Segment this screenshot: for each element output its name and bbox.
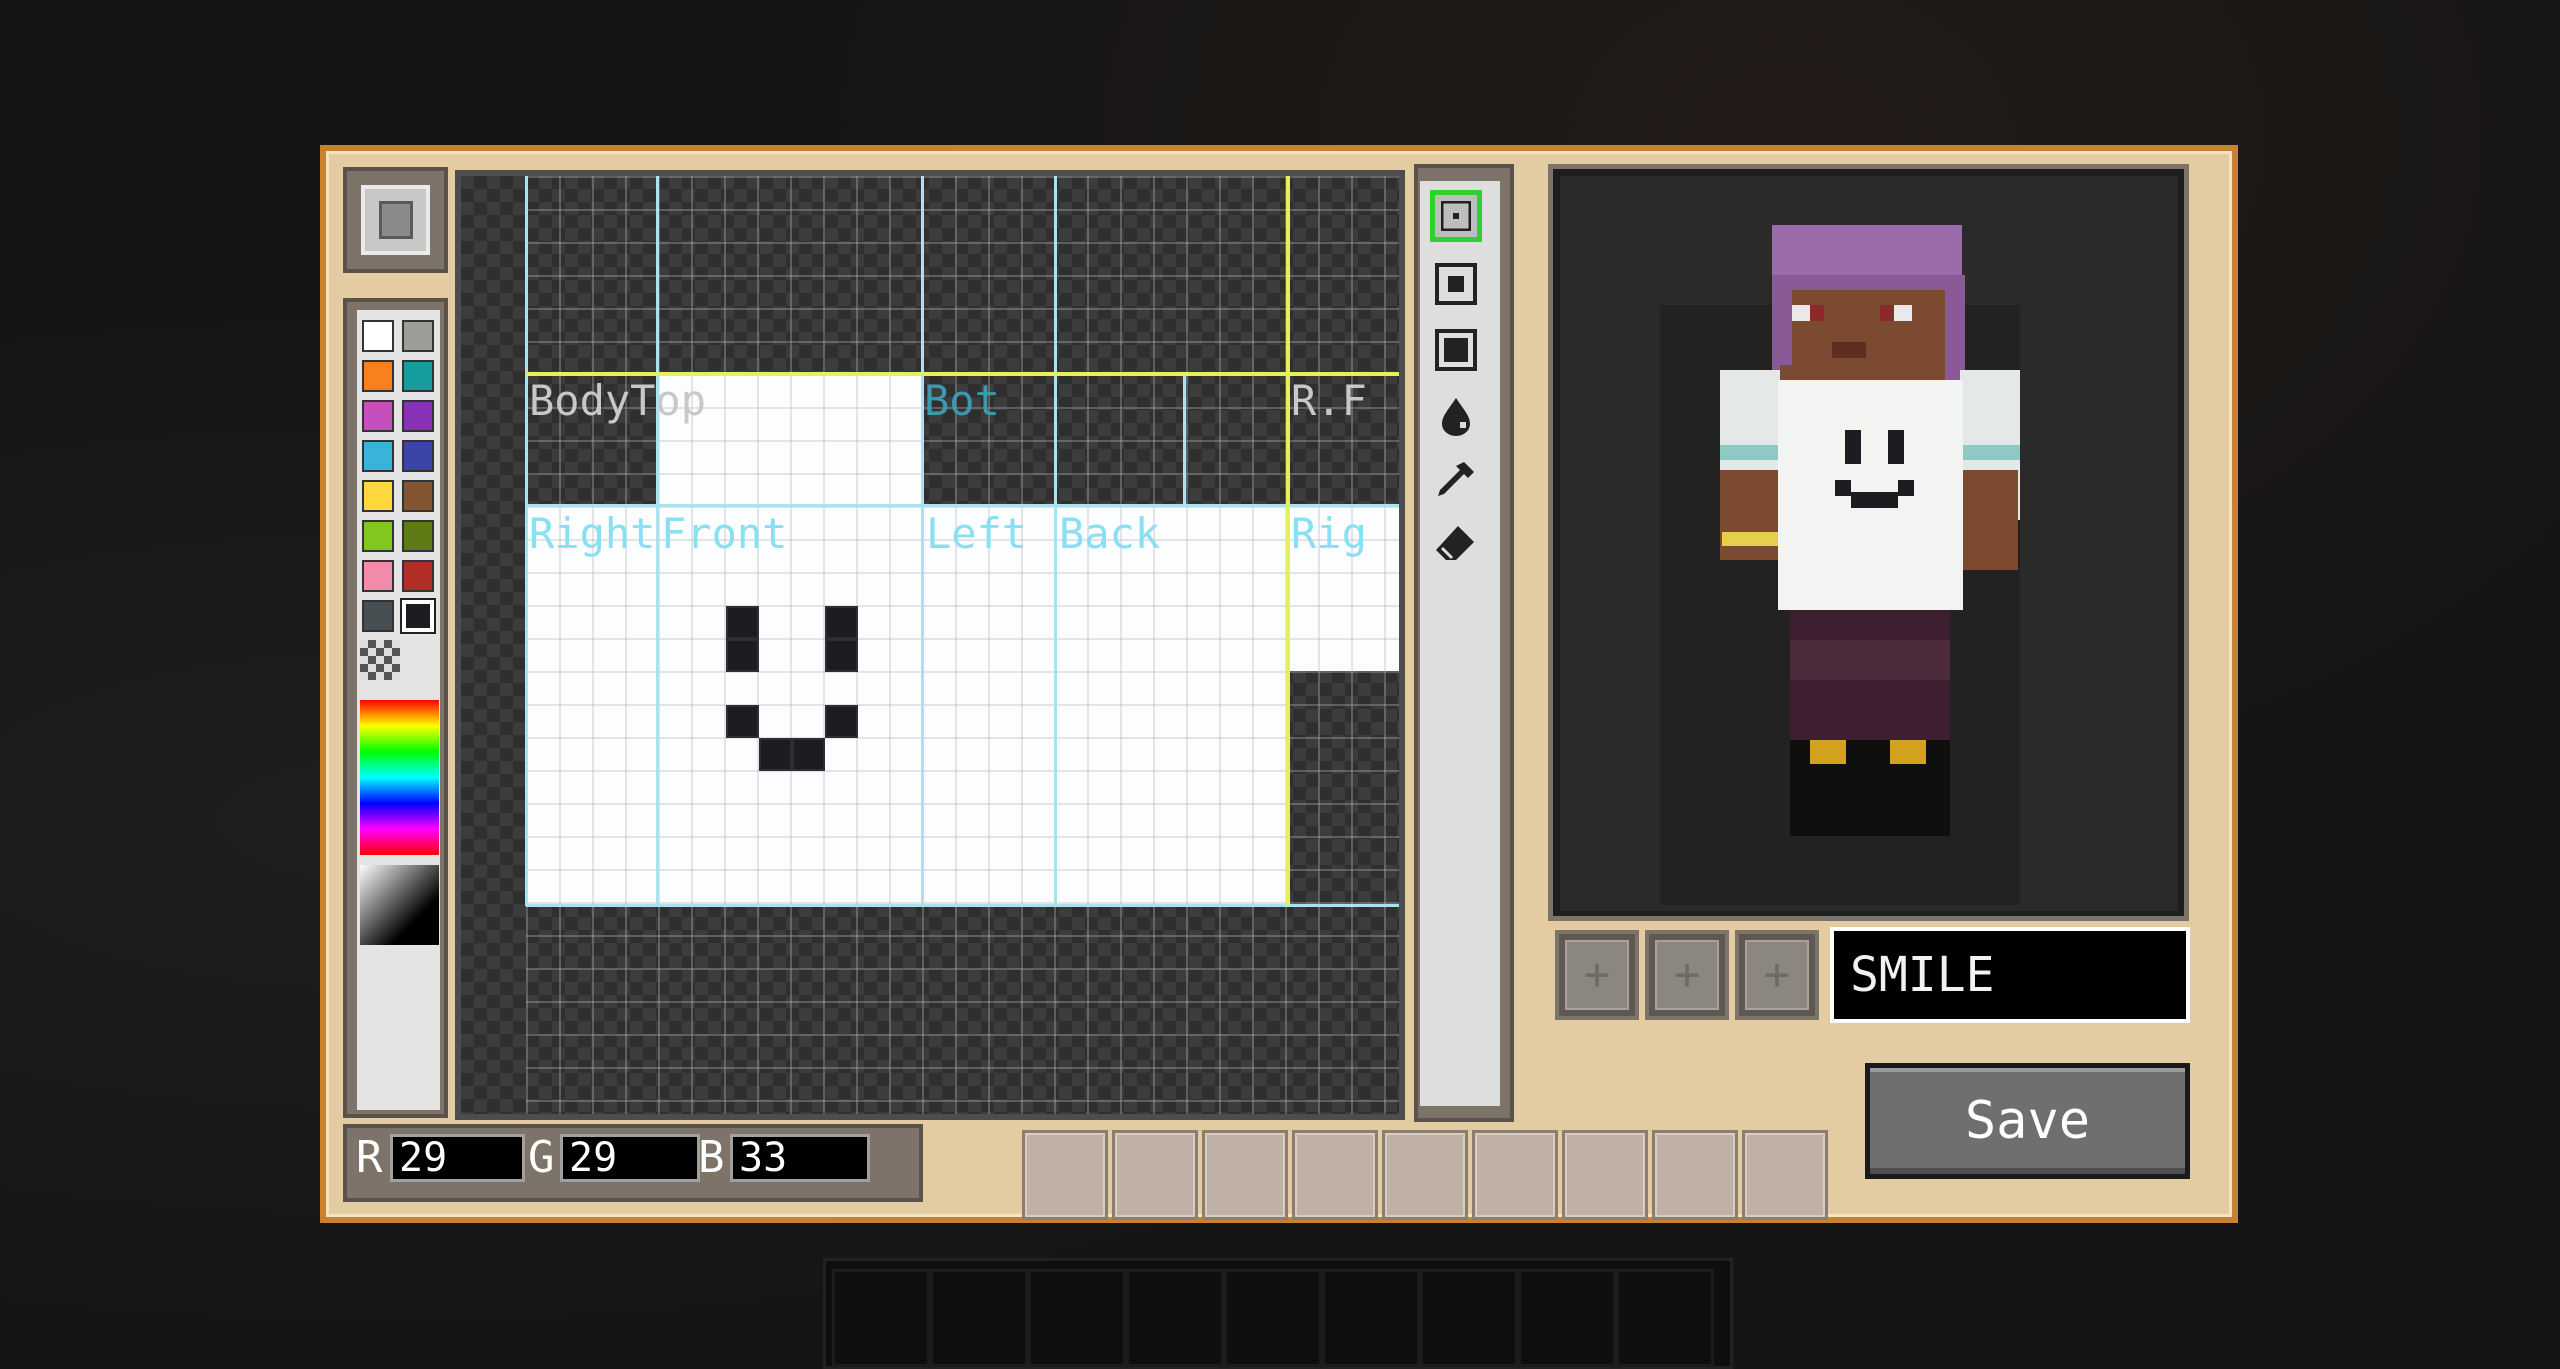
eyedropper-tool-icon[interactable] (1430, 454, 1482, 506)
inventory-slot[interactable] (1292, 1130, 1378, 1220)
color-swatch[interactable] (402, 400, 434, 432)
painted-pixel (726, 639, 759, 672)
color-swatch[interactable] (402, 520, 434, 552)
label-right-front: R.F (1291, 376, 1367, 425)
color-swatch[interactable] (400, 598, 436, 634)
layer-slot-button[interactable]: + (1645, 930, 1729, 1020)
color-swatch[interactable] (402, 320, 434, 352)
inventory-slot[interactable] (1742, 1130, 1828, 1220)
inventory-slot[interactable] (1202, 1130, 1288, 1220)
plus-icon: + (1655, 940, 1719, 1010)
hotbar-slot (1126, 1269, 1224, 1367)
guide-line (526, 904, 1399, 907)
pencil-medium-tool-icon[interactable] (1430, 258, 1482, 310)
green-label: G (528, 1132, 555, 1183)
hotbar-slot (832, 1269, 930, 1367)
label-right: Right (529, 509, 656, 558)
shade-picker[interactable] (360, 865, 439, 945)
save-button[interactable]: Save (1865, 1063, 2190, 1179)
guide-line (525, 176, 528, 906)
transparent-color-swatch[interactable] (360, 640, 400, 680)
label-left: Left (926, 509, 1028, 558)
inventory-slot[interactable] (1022, 1130, 1108, 1220)
inventory-slot[interactable] (1112, 1130, 1198, 1220)
label-bottom: Bot (924, 376, 1000, 425)
label-back: Back (1059, 509, 1161, 558)
face-glyph (379, 201, 413, 239)
skin-editor-icon (361, 185, 430, 255)
color-swatch[interactable] (362, 480, 394, 512)
selection-line (1286, 176, 1290, 906)
skin-texture-canvas[interactable]: BodyTop Bot R.F Right Front Left Back Ri… (455, 170, 1405, 1120)
color-swatch[interactable] (362, 600, 394, 632)
editor-mode-button[interactable] (343, 167, 448, 273)
plus-icon: + (1565, 940, 1629, 1010)
painted-pixel (726, 705, 759, 738)
color-swatch[interactable] (362, 320, 394, 352)
red-label: R (356, 1132, 383, 1183)
guide-line (656, 176, 659, 906)
painted-pixel (825, 705, 858, 738)
color-swatch[interactable] (362, 440, 394, 472)
design-name-input[interactable]: SMILE (1830, 927, 2190, 1023)
color-swatch[interactable] (402, 480, 434, 512)
inventory-slot[interactable] (1382, 1130, 1468, 1220)
label-body-top: BodyTop (529, 376, 707, 425)
layer-slot-button[interactable]: + (1735, 930, 1819, 1020)
painted-pixel (726, 606, 759, 639)
green-input[interactable]: 29 (560, 1134, 700, 1182)
fill-bucket-tool-icon[interactable] (1430, 390, 1482, 442)
layer-slot-button[interactable]: + (1555, 930, 1639, 1020)
guide-line (921, 176, 924, 906)
painted-pixel (759, 738, 792, 771)
player-model-preview (1720, 225, 2020, 836)
painted-pixel (792, 738, 825, 771)
painted-pixel (825, 639, 858, 672)
red-input[interactable]: 29 (390, 1134, 525, 1182)
game-hotbar (823, 1258, 1733, 1369)
plus-icon: + (1745, 940, 1809, 1010)
color-swatch[interactable] (402, 360, 434, 392)
color-swatch[interactable] (362, 400, 394, 432)
eraser-tool-icon[interactable] (1430, 518, 1482, 570)
hue-slider[interactable] (360, 700, 439, 855)
painted-pixel (825, 606, 858, 639)
hotbar-slot (1518, 1269, 1616, 1367)
color-swatch[interactable] (362, 560, 394, 592)
guide-line (1054, 176, 1057, 906)
inventory-slot[interactable] (1562, 1130, 1648, 1220)
label-right-arm: Rig (1291, 509, 1367, 558)
tool-list (1420, 181, 1500, 1106)
hotbar-slot (930, 1269, 1028, 1367)
pencil-large-tool-icon[interactable] (1430, 324, 1482, 376)
guide-line (526, 504, 1399, 507)
color-swatch[interactable] (362, 520, 394, 552)
inventory-slot[interactable] (1652, 1130, 1738, 1220)
blue-input[interactable]: 33 (730, 1134, 870, 1182)
color-swatch[interactable] (362, 360, 394, 392)
color-swatch[interactable] (402, 440, 434, 472)
pencil-small-tool-icon[interactable] (1430, 190, 1482, 242)
color-swatch[interactable] (402, 560, 434, 592)
inventory-slot[interactable] (1472, 1130, 1558, 1220)
hotbar-slot (1224, 1269, 1322, 1367)
hotbar-slot (1028, 1269, 1126, 1367)
guide-line (1183, 376, 1186, 506)
label-front: Front (661, 509, 788, 558)
hotbar-slot (1420, 1269, 1518, 1367)
hotbar-slot (1322, 1269, 1420, 1367)
hotbar-slot (1616, 1269, 1714, 1367)
blue-label: B (698, 1132, 725, 1183)
